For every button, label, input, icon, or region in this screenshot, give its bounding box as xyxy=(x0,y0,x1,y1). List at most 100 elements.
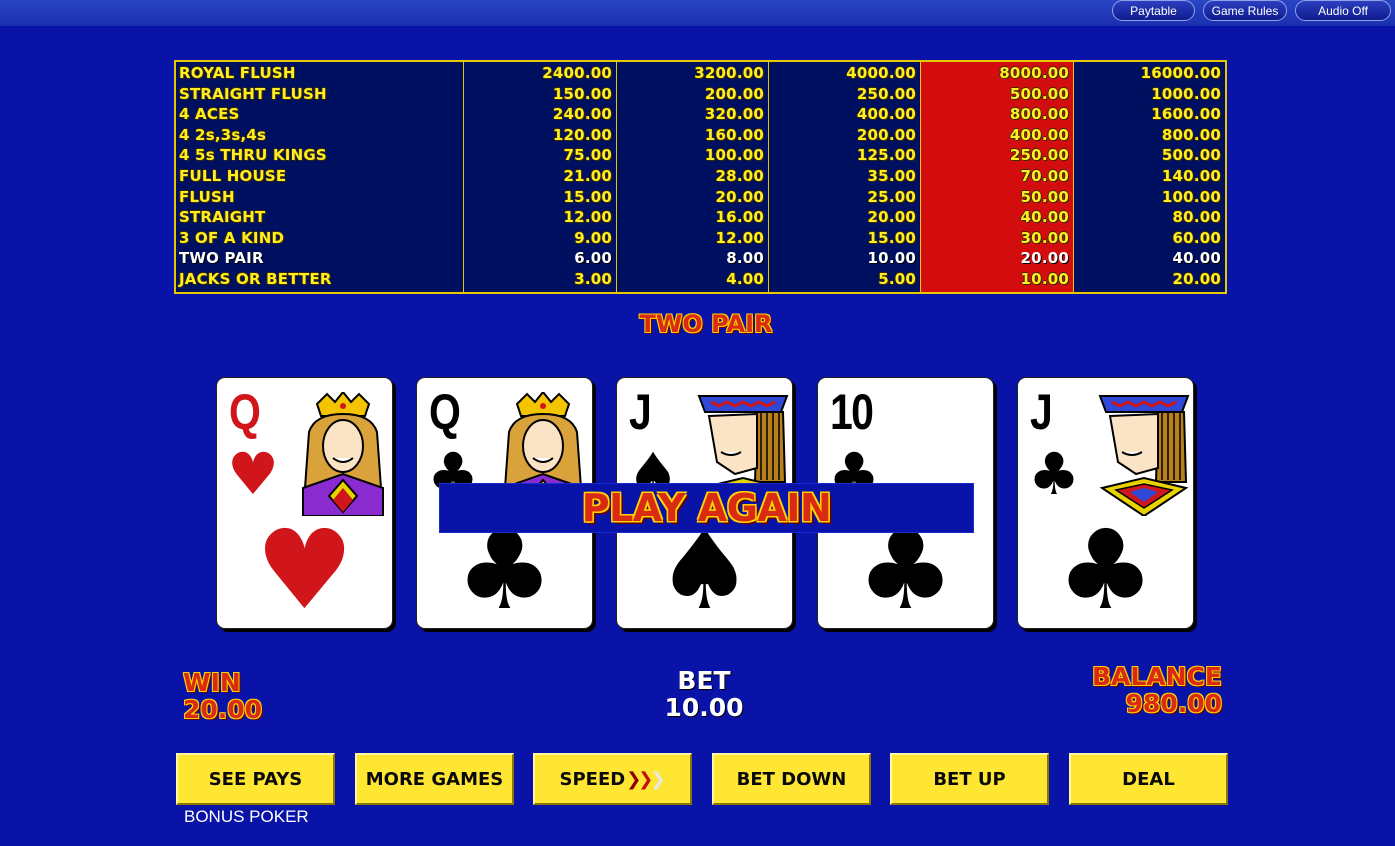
game-rules-button[interactable]: Game Rules xyxy=(1203,0,1287,21)
bet-down-button[interactable]: BET DOWN xyxy=(712,753,871,805)
balance-value: 980.00 xyxy=(1125,689,1222,718)
paytable-payout: 40.00 xyxy=(1172,249,1221,268)
win-label: WIN xyxy=(183,668,241,697)
paytable: ROYAL FLUSH 2400.00 3200.00 4000.00 8000.00 1… xyxy=(174,60,1227,294)
paytable-payout: 75.00 xyxy=(563,146,612,165)
card-rank: Q xyxy=(229,384,261,440)
paytable-payout: 200.00 xyxy=(704,84,764,103)
paytable-payout: 8.00 xyxy=(726,249,764,268)
paytable-payout: 50.00 xyxy=(1020,187,1069,206)
speed-chevrons-icon: ❯ ❯ ❯ xyxy=(626,768,666,790)
paytable-payout: 240.00 xyxy=(552,105,612,124)
paytable-payout: 800.00 xyxy=(1161,125,1221,144)
card-rank: J xyxy=(629,384,652,440)
club-suit-large-icon: ♣ xyxy=(1056,506,1155,629)
paytable-payout: 12.00 xyxy=(563,208,612,227)
paytable-row: STRAIGHT FLUSH 150.00 200.00 250.00 500.00 10… xyxy=(176,84,1225,105)
paytable-payout: 1600.00 xyxy=(1151,105,1221,124)
paytable-payout: 6.00 xyxy=(574,249,612,268)
audio-toggle-button[interactable]: Audio Off xyxy=(1295,0,1391,21)
paytable-hand-name: FLUSH xyxy=(179,187,235,206)
paytable-payout: 100.00 xyxy=(704,146,764,165)
paytable-payout: 40.00 xyxy=(1020,208,1069,227)
paytable-payout: 120.00 xyxy=(552,125,612,144)
game-name-label: BONUS POKER xyxy=(184,807,309,826)
paytable-payout: 8000.00 xyxy=(999,64,1069,82)
paytable-payout: 320.00 xyxy=(704,105,764,124)
paytable-payout: 4000.00 xyxy=(846,64,916,82)
paytable-hand-name: STRAIGHT FLUSH xyxy=(179,84,327,103)
speed-label: SPEED xyxy=(559,768,626,790)
paytable-payout: 30.00 xyxy=(1020,228,1069,247)
paytable-row: TWO PAIR 6.00 8.00 10.00 20.00 40.00 xyxy=(176,248,1225,269)
paytable-payout: 140.00 xyxy=(1161,167,1221,185)
deal-button[interactable]: DEAL xyxy=(1069,753,1228,805)
bet-up-button[interactable]: BET UP xyxy=(890,753,1049,805)
play-again-banner[interactable]: PLAY AGAIN xyxy=(439,483,974,533)
paytable-payout: 15.00 xyxy=(867,228,916,247)
paytable-hand-name: JACKS OR BETTER xyxy=(179,270,332,288)
paytable-payout: 250.00 xyxy=(856,84,916,103)
paytable-hand-name: ROYAL FLUSH xyxy=(179,64,296,82)
paytable-payout: 20.00 xyxy=(1020,249,1069,268)
paytable-payout: 20.00 xyxy=(867,208,916,227)
more-games-button[interactable]: MORE GAMES xyxy=(355,753,514,805)
paytable-row: FLUSH 15.00 20.00 25.00 50.00 100.00 xyxy=(176,187,1225,208)
paytable-payout: 150.00 xyxy=(552,84,612,103)
win-display: WIN 20.00 xyxy=(183,669,262,723)
bet-label: BET xyxy=(677,666,731,695)
paytable-payout: 400.00 xyxy=(1009,125,1069,144)
paytable-payout: 10.00 xyxy=(867,249,916,268)
paytable-row: STRAIGHT 12.00 16.00 20.00 40.00 80.00 xyxy=(176,207,1225,228)
paytable-payout: 1000.00 xyxy=(1151,84,1221,103)
speed-button[interactable]: SPEED ❯ ❯ ❯ xyxy=(533,753,692,805)
paytable-payout: 12.00 xyxy=(715,228,764,247)
card-rank: 10 xyxy=(830,384,874,440)
paytable-payout: 15.00 xyxy=(563,187,612,206)
paytable-payout: 10.00 xyxy=(1020,270,1069,288)
paytable-row: ROYAL FLUSH 2400.00 3200.00 4000.00 8000.00 1… xyxy=(176,63,1225,84)
paytable-button[interactable]: Paytable xyxy=(1112,0,1195,21)
paytable-payout: 500.00 xyxy=(1161,146,1221,165)
paytable-payout: 4.00 xyxy=(726,270,764,288)
card-rank: Q xyxy=(429,384,461,440)
hand-result-label: TWO PAIR xyxy=(639,310,773,338)
paytable-hand-name: FULL HOUSE xyxy=(179,167,287,185)
paytable-payout: 20.00 xyxy=(1172,270,1221,288)
playing-card[interactable]: Q ♥ ♥ xyxy=(216,377,393,629)
balance-display: BALANCE 980.00 xyxy=(1060,663,1222,717)
heart-suit-icon: ♥ xyxy=(227,440,279,508)
paytable-payout: 28.00 xyxy=(715,167,764,185)
paytable-hand-name: 4 5s THRU KINGS xyxy=(179,146,327,165)
paytable-row: 4 ACES 240.00 320.00 400.00 800.00 1600.00 xyxy=(176,104,1225,125)
paytable-payout: 25.00 xyxy=(867,187,916,206)
paytable-payout: 250.00 xyxy=(1009,146,1069,165)
paytable-payout: 400.00 xyxy=(856,105,916,124)
paytable-row: JACKS OR BETTER 3.00 4.00 5.00 10.00 20.00 xyxy=(176,269,1225,290)
paytable-payout: 70.00 xyxy=(1020,167,1069,185)
bet-value: 10.00 xyxy=(664,693,744,722)
paytable-row: 4 5s THRU KINGS 75.00 100.00 125.00 250.00 50… xyxy=(176,145,1225,166)
paytable-payout: 3.00 xyxy=(574,270,612,288)
win-value: 20.00 xyxy=(183,695,263,724)
paytable-payout: 200.00 xyxy=(856,125,916,144)
club-suit-icon: ♣ xyxy=(1028,440,1080,508)
paytable-payout: 500.00 xyxy=(1009,84,1069,103)
paytable-hand-name: 3 OF A KIND xyxy=(179,228,285,247)
paytable-payout: 80.00 xyxy=(1172,208,1221,227)
paytable-row: FULL HOUSE 21.00 28.00 35.00 70.00 140.00 xyxy=(176,166,1225,187)
paytable-payout: 2400.00 xyxy=(542,64,612,82)
paytable-hand-name: 4 2s,3s,4s xyxy=(179,125,267,144)
paytable-row: 3 OF A KIND 9.00 12.00 15.00 30.00 60.00 xyxy=(176,228,1225,249)
balance-label: BALANCE xyxy=(1091,662,1222,691)
paytable-payout: 9.00 xyxy=(574,228,612,247)
paytable-payout: 100.00 xyxy=(1161,187,1221,206)
paytable-payout: 3200.00 xyxy=(694,64,764,82)
paytable-row: 4 2s,3s,4s 120.00 160.00 200.00 400.00 800.00 xyxy=(176,125,1225,146)
paytable-payout: 35.00 xyxy=(867,167,916,185)
bet-display: BET 10.00 xyxy=(640,667,768,721)
paytable-payout: 20.00 xyxy=(715,187,764,206)
playing-card[interactable]: J ♣ ♣ xyxy=(1017,377,1194,629)
heart-suit-large-icon: ♥ xyxy=(255,506,354,629)
see-pays-button[interactable]: SEE PAYS xyxy=(176,753,335,805)
